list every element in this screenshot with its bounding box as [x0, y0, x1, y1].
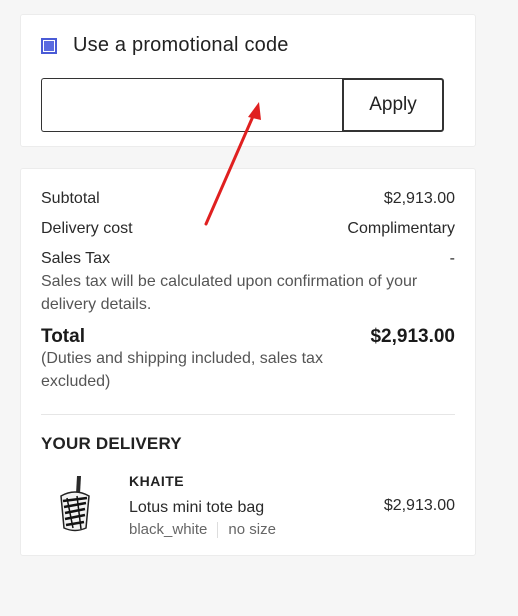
- promo-checkbox-label[interactable]: Use a promotional code: [73, 34, 289, 57]
- delivery-cost-value: Complimentary: [347, 220, 455, 237]
- product-brand: KHAITE: [129, 473, 185, 489]
- delivery-cost-label: Delivery cost: [41, 220, 133, 237]
- sales-tax-value: -: [449, 250, 455, 267]
- sales-tax-row: Sales Tax -: [41, 250, 455, 268]
- product-variant: black_white no size: [129, 521, 276, 538]
- variant-separator: [217, 521, 219, 538]
- promo-code-card: Use a promotional code Apply: [20, 14, 476, 147]
- total-value: $2,913.00: [370, 326, 455, 347]
- apply-button[interactable]: Apply: [342, 78, 444, 132]
- sales-tax-note: Sales tax will be calculated upon confir…: [41, 273, 418, 313]
- subtotal-label: Subtotal: [41, 190, 100, 207]
- product-thumbnail[interactable]: [55, 474, 95, 534]
- promo-code-input[interactable]: [41, 78, 343, 132]
- section-divider: [41, 414, 455, 415]
- promo-checkbox[interactable]: [41, 37, 57, 54]
- delivery-cost-row: Delivery cost Complimentary: [41, 220, 455, 238]
- total-note: (Duties and shipping included, sales tax…: [41, 350, 323, 390]
- total-row: Total $2,913.00: [41, 326, 455, 348]
- subtotal-row: Subtotal $2,913.00: [41, 190, 455, 208]
- order-summary-card: Subtotal $2,913.00 Delivery cost Complim…: [20, 168, 476, 556]
- subtotal-value: $2,913.00: [383, 190, 455, 207]
- product-price: $2,913.00: [383, 497, 455, 514]
- product-size: no size: [228, 521, 276, 538]
- promo-toggle-row[interactable]: Use a promotional code: [41, 34, 289, 57]
- checkbox-check-mark: [44, 40, 54, 51]
- total-label: Total: [41, 326, 85, 347]
- product-name[interactable]: Lotus mini tote bag: [129, 499, 264, 517]
- your-delivery-heading: YOUR DELIVERY: [41, 434, 182, 453]
- product-color: black_white: [129, 521, 208, 538]
- sales-tax-label: Sales Tax: [41, 250, 111, 267]
